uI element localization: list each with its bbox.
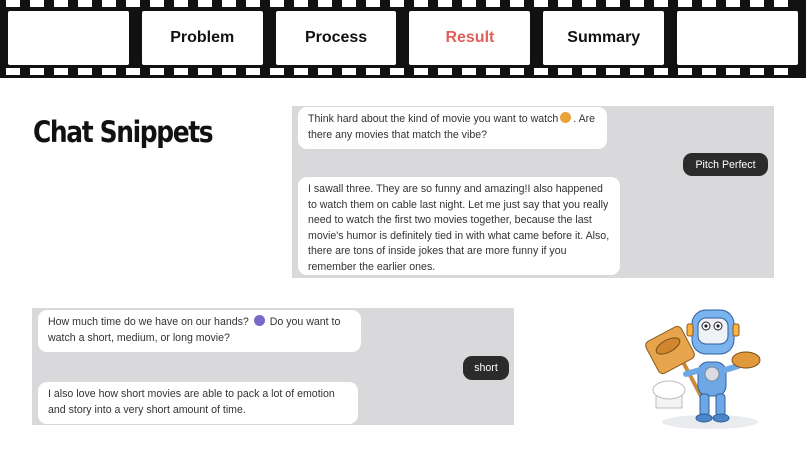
film-perforation <box>30 68 44 75</box>
film-perforation <box>294 0 308 7</box>
film-perforation <box>606 0 620 7</box>
film-perforation <box>510 0 524 7</box>
bot-message-bubble-long: I sawall three. They are so funny and am… <box>298 177 620 275</box>
film-perforation <box>750 0 764 7</box>
film-perforation <box>606 68 620 75</box>
film-perforation <box>222 68 236 75</box>
tab-summary[interactable]: Summary <box>543 11 665 65</box>
film-perforation <box>318 0 332 7</box>
page-title: Chat Snippets <box>33 115 214 149</box>
film-perforation <box>294 68 308 75</box>
tab-result[interactable]: Result <box>409 11 531 65</box>
film-perforation <box>654 0 668 7</box>
film-perforation <box>462 0 476 7</box>
bot-message-bubble: Think hard about the kind of movie you w… <box>298 107 607 149</box>
film-perforation <box>630 0 644 7</box>
film-perforation <box>270 68 284 75</box>
user-message-bubble: Pitch Perfect <box>683 153 768 176</box>
film-perforation <box>246 68 260 75</box>
film-perforation <box>318 68 332 75</box>
film-perforation <box>486 68 500 75</box>
film-perforation <box>78 0 92 7</box>
chat-snippet-panel-1: Think hard about the kind of movie you w… <box>292 106 774 278</box>
film-perforation <box>366 0 380 7</box>
film-perforation <box>558 0 572 7</box>
film-perforation <box>678 0 692 7</box>
film-perforation <box>6 68 20 75</box>
film-perforation <box>438 68 452 75</box>
film-perforation <box>582 0 596 7</box>
user-message-bubble: short <box>463 356 509 380</box>
film-perforation <box>678 68 692 75</box>
film-perforation <box>366 68 380 75</box>
film-perforation <box>486 0 500 7</box>
film-perforation <box>510 68 524 75</box>
film-perforation <box>726 68 740 75</box>
film-perforation <box>30 0 44 7</box>
nav-frames: Problem Process Result Summary <box>8 11 798 65</box>
film-perforation <box>222 0 236 7</box>
film-perforation <box>702 68 716 75</box>
film-perforation <box>6 0 20 7</box>
film-perforation <box>582 68 596 75</box>
film-perforation <box>534 68 548 75</box>
film-perforation <box>774 68 788 75</box>
film-perforation <box>198 0 212 7</box>
film-perforation <box>54 68 68 75</box>
film-perforation <box>54 0 68 7</box>
film-perforation <box>630 68 644 75</box>
film-perforation <box>150 68 164 75</box>
film-perforation <box>414 0 428 7</box>
thinking-face-icon <box>560 112 572 123</box>
bot-message-text: How much time do we have on our hands? <box>48 316 249 328</box>
bot-message-text: Think hard about the kind of movie you w… <box>308 113 559 125</box>
film-perforation <box>174 68 188 75</box>
film-perforation <box>414 68 428 75</box>
nav-frame-blank-right <box>677 11 798 65</box>
film-perforation <box>270 0 284 7</box>
robot-chef-mascot-icon <box>645 309 761 429</box>
film-perforation <box>462 68 476 75</box>
film-perforation <box>126 68 140 75</box>
film-perforation <box>774 0 788 7</box>
film-perforation <box>342 68 356 75</box>
tab-problem[interactable]: Problem <box>141 11 263 65</box>
tab-process[interactable]: Process <box>275 11 397 65</box>
film-perforation <box>654 68 668 75</box>
film-perforation <box>390 0 404 7</box>
film-strip-nav: Problem Process Result Summary <box>0 0 806 78</box>
bot-message-bubble: I also love how short movies are able to… <box>38 382 358 424</box>
film-perforations-top <box>0 0 806 9</box>
film-perforation <box>342 0 356 7</box>
film-perforation <box>702 0 716 7</box>
film-perforation <box>438 0 452 7</box>
film-perforation <box>750 68 764 75</box>
film-perforation <box>102 68 116 75</box>
film-perforations-bottom <box>0 68 806 77</box>
chat-snippet-panel-2: How much time do we have on our hands? D… <box>32 308 514 425</box>
film-perforation <box>390 68 404 75</box>
nav-frame-blank-left <box>8 11 129 65</box>
film-perforation <box>126 0 140 7</box>
film-perforation <box>246 0 260 7</box>
film-perforation <box>102 0 116 7</box>
stopwatch-icon <box>253 315 265 326</box>
film-perforation <box>174 0 188 7</box>
film-perforation <box>726 0 740 7</box>
film-perforation <box>558 68 572 75</box>
bot-message-bubble: How much time do we have on our hands? D… <box>38 310 361 352</box>
film-perforation <box>198 68 212 75</box>
film-perforation <box>534 0 548 7</box>
film-perforation <box>78 68 92 75</box>
film-perforation <box>150 0 164 7</box>
